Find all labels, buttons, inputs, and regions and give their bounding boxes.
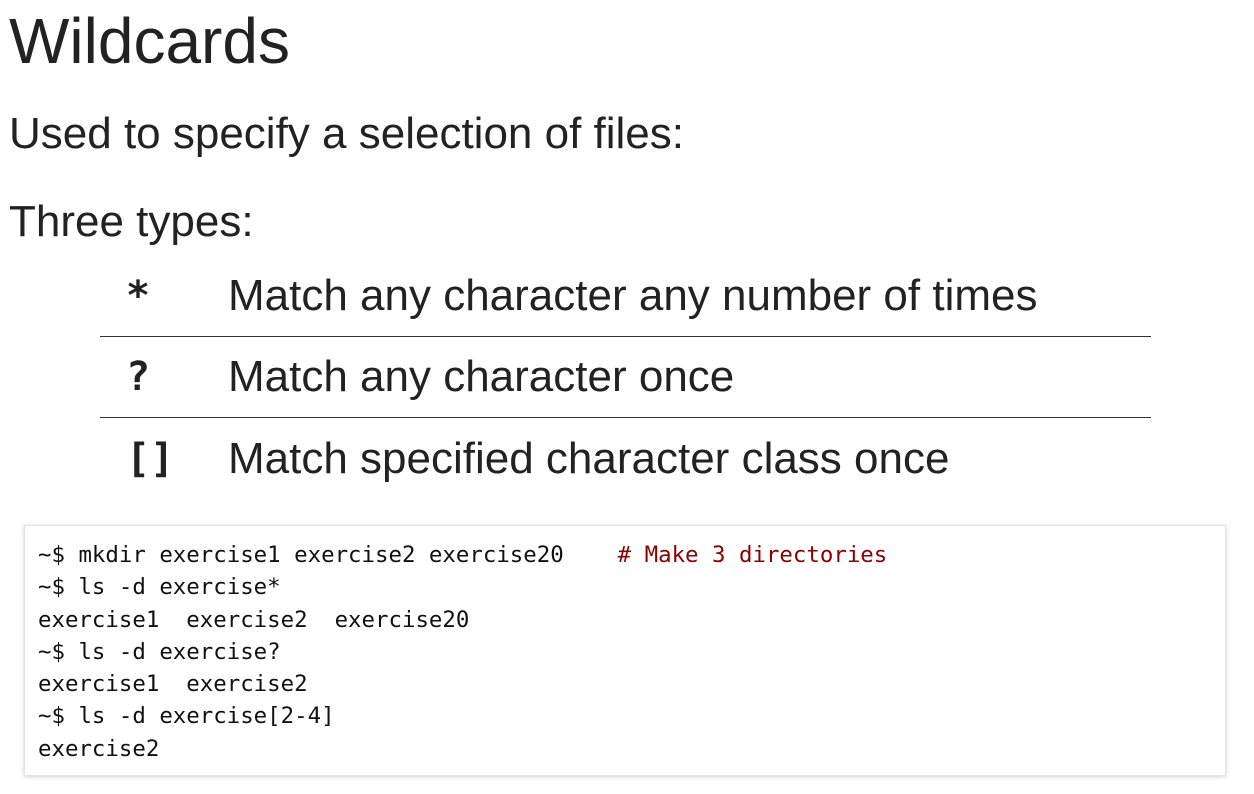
slide-title: Wildcards — [9, 5, 290, 77]
intro-text: Used to specify a selection of files: — [9, 109, 684, 158]
code-line: ~$ ls -d exercise[2-4] — [38, 700, 1225, 732]
code-text: exercise1 exercise2 — [38, 671, 308, 698]
wildcard-symbol: * — [126, 273, 151, 319]
code-line: exercise1 exercise2 exercise20 — [38, 604, 1225, 636]
wildcard-table: * Match any character any number of time… — [100, 256, 1151, 499]
wildcard-row-star: * Match any character any number of time… — [100, 256, 1151, 337]
code-line: exercise1 exercise2 — [38, 668, 1225, 700]
types-heading: Three types: — [9, 197, 254, 246]
code-line: ~$ mkdir exercise1 exercise2 exercise20 … — [38, 539, 1225, 571]
code-text: ~$ mkdir exercise1 exercise2 exercise20 — [38, 542, 618, 568]
wildcard-symbol: [] — [126, 435, 175, 482]
code-text: ~$ ls -d exercise? — [38, 638, 281, 665]
wildcard-row-question: ? Match any character once — [100, 337, 1151, 418]
code-text: exercise1 exercise2 exercise20 — [38, 606, 470, 633]
code-line: ~$ ls -d exercise* — [38, 571, 1225, 603]
wildcard-row-brackets: [] Match specified character class once — [100, 418, 1151, 499]
wildcard-description: Match any character once — [228, 352, 735, 401]
code-line: ~$ ls -d exercise? — [38, 636, 1225, 668]
code-text: ~$ ls -d exercise* — [38, 574, 281, 601]
code-comment: # Make 3 directories — [617, 542, 888, 568]
code-text: ~$ ls -d exercise[2-4] — [38, 703, 335, 730]
code-line: exercise2 — [38, 733, 1225, 765]
wildcard-symbol: ? — [126, 354, 151, 400]
wildcard-description: Match specified character class once — [228, 433, 950, 483]
wildcard-description: Match any character any number of times — [228, 271, 1038, 320]
code-example-block: ~$ mkdir exercise1 exercise2 exercise20 … — [24, 525, 1226, 776]
code-text: exercise2 — [38, 735, 160, 762]
